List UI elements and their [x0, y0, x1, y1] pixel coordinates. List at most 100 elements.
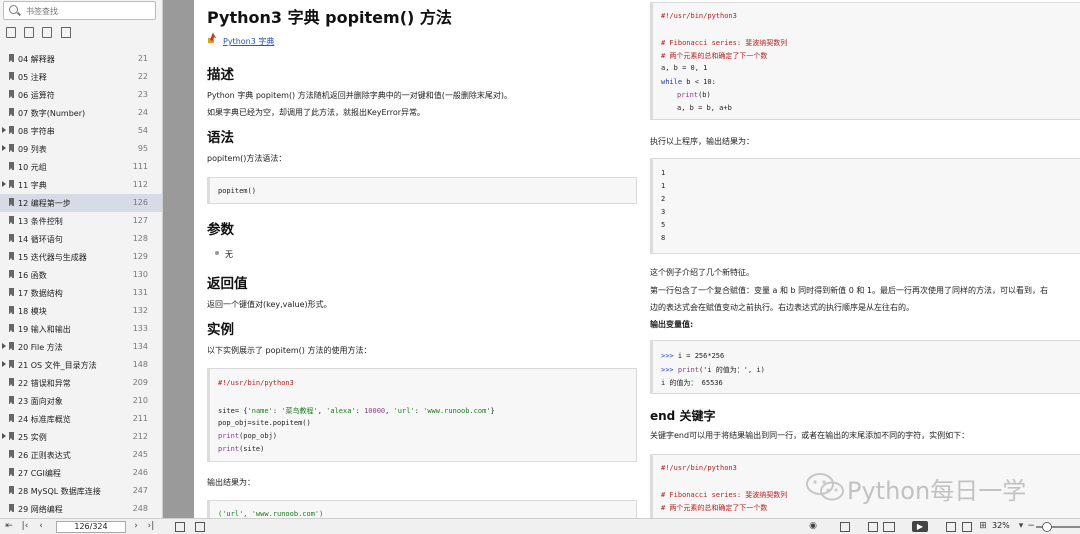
bookmark-item[interactable]: 17 数据结构 131	[0, 284, 162, 302]
bookmark-icon	[9, 216, 14, 225]
back-icon[interactable]	[175, 522, 185, 532]
page-number-input[interactable]: 126/324	[56, 521, 126, 533]
code-line: print(b)	[677, 91, 711, 99]
search-icon	[9, 5, 18, 14]
bookmark-item[interactable]: 15 迭代器与生成器 129	[0, 248, 162, 266]
bookmark-item[interactable]: 12 编程第一步 126	[0, 194, 162, 212]
first-page-icon[interactable]: ⇤	[3, 521, 15, 532]
split-view-icon[interactable]	[962, 522, 972, 532]
bookmark-item[interactable]: 09 列表 95	[0, 140, 162, 158]
bookmark-page-number: 127	[132, 216, 148, 225]
bookmark-page-number: 209	[132, 378, 148, 387]
bookmark-item[interactable]: 24 标准库概览 211	[0, 410, 162, 428]
bookmark-item[interactable]: 08 字符串 54	[0, 122, 162, 140]
bookmark-item[interactable]: 29 网络编程 248	[0, 500, 162, 518]
output-numbers-block: 1 1 2 3 5 8	[650, 158, 1080, 254]
bookmark-list-icon[interactable]	[24, 27, 34, 38]
fit-width-icon[interactable]	[840, 522, 850, 532]
bookmark-item[interactable]: 04 解释器 21	[0, 50, 162, 68]
next-page-icon[interactable]: ›	[131, 521, 141, 532]
expand-arrow-icon[interactable]	[2, 127, 6, 133]
expand-arrow-icon[interactable]	[2, 181, 6, 187]
last-page-icon[interactable]: ›|	[145, 521, 157, 532]
bookmark-page-number: 129	[132, 252, 148, 261]
bookmark-item[interactable]: 13 条件控制 127	[0, 212, 162, 230]
zoom-mode-icon[interactable]: ⊞	[977, 521, 989, 532]
zoom-level: 32%	[992, 521, 1010, 530]
bookmark-page-number: 245	[132, 450, 148, 459]
double-page-icon[interactable]	[883, 522, 895, 532]
bookmark-icon	[9, 126, 14, 135]
bookmark-label: 12 编程第一步	[18, 199, 71, 208]
delete-bookmark-icon[interactable]	[61, 27, 71, 38]
bookmark-label: 07 数字(Number)	[18, 109, 86, 118]
bookmark-item[interactable]: 06 运算符 23	[0, 86, 162, 104]
bookmark-item[interactable]: 18 模块 132	[0, 302, 162, 320]
expand-arrow-icon[interactable]	[2, 343, 6, 349]
zoom-slider-handle[interactable]	[1042, 522, 1052, 532]
expand-arrow-icon[interactable]	[2, 433, 6, 439]
bookmark-icon	[9, 486, 14, 495]
bookmark-item[interactable]: 27 CGI编程 246	[0, 464, 162, 482]
zoom-out-icon[interactable]: −	[1026, 521, 1036, 532]
forward-icon[interactable]	[195, 522, 205, 532]
bookmark-label: 26 正则表达式	[18, 451, 71, 460]
code-line: site= {'name': '菜鸟教程', 'alexa': 10000, '…	[218, 407, 495, 415]
fullscreen-icon[interactable]	[946, 522, 956, 532]
output-var-heading: 输出变量值:	[650, 320, 694, 329]
bookmark-item[interactable]: 22 错误和异常 209	[0, 374, 162, 392]
section-heading-return: 返回值	[207, 276, 248, 292]
section-heading-desc: 描述	[207, 67, 234, 83]
single-page-icon[interactable]	[868, 522, 878, 532]
bookmark-search-input[interactable]	[26, 4, 151, 18]
para-1: 这个例子介绍了几个新特征。	[650, 268, 754, 277]
bookmark-icon	[9, 468, 14, 477]
bookmark-page-icon[interactable]	[42, 27, 52, 38]
bookmark-icon	[9, 360, 14, 369]
bookmark-item[interactable]: 14 循环语句 128	[0, 230, 162, 248]
document-viewer[interactable]: Python3 字典 popitem() 方法 Python3 字典 描述 Py…	[163, 0, 1080, 518]
bookmark-page-number: 210	[132, 396, 148, 405]
para-2: 第一行包含了一个复合赋值：变量 a 和 b 同时得到新值 0 和 1。最后一行再…	[650, 286, 1048, 295]
read-mode-icon[interactable]: ◉	[806, 521, 820, 532]
bookmark-item[interactable]: 25 实例 212	[0, 428, 162, 446]
bookmark-item[interactable]: 23 面向对象 210	[0, 392, 162, 410]
play-slideshow-icon[interactable]: ▶	[912, 521, 928, 532]
bookmark-list: 04 解释器 21 05 注释 22 06 运算符 23 07 数字(Number) 24 08…	[0, 50, 162, 518]
status-bar: ⇤ |‹ ‹ 126/324 › ›| ◉ ▶ ⊞ 32% ▾ −	[0, 518, 1080, 534]
first-page-button-icon[interactable]: |‹	[20, 521, 30, 532]
code-line: >>> print('i 的值为：', i)	[661, 366, 765, 374]
bookmark-item[interactable]: 10 元组 111	[0, 158, 162, 176]
add-bookmark-icon[interactable]	[6, 27, 16, 38]
bookmark-page-number: 248	[132, 504, 148, 513]
bookmark-page-number: 112	[132, 180, 148, 189]
desc-line-1: Python 字典 popitem() 方法随机返回并删除字典中的一对键和值(一…	[207, 91, 512, 100]
bookmark-item[interactable]: 20 File 方法 134	[0, 338, 162, 356]
bookmark-item[interactable]: 07 数字(Number) 24	[0, 104, 162, 122]
bookmark-icon	[9, 252, 14, 261]
bookmark-item[interactable]: 16 函数 130	[0, 266, 162, 284]
bookmark-label: 20 File 方法	[18, 343, 63, 352]
bookmark-item[interactable]: 05 注释 22	[0, 68, 162, 86]
expand-arrow-icon[interactable]	[2, 361, 6, 367]
bookmark-item[interactable]: 28 MySQL 数据库连接 247	[0, 482, 162, 500]
zoom-dropdown-icon[interactable]: ▾	[1016, 521, 1026, 532]
expand-arrow-icon[interactable]	[2, 145, 6, 151]
bookmark-label: 18 模块	[18, 307, 47, 316]
bookmark-item[interactable]: 19 输入和输出 133	[0, 320, 162, 338]
bookmark-page-number: 95	[137, 144, 148, 153]
up-arrow-icon	[208, 32, 217, 43]
bookmark-icon	[9, 144, 14, 153]
bookmark-icon	[9, 54, 14, 63]
output-var-code-block: >>> i = 256*256 >>> print('i 的值为：', i) i…	[650, 340, 1080, 394]
page-title: Python3 字典 popitem() 方法	[207, 8, 452, 27]
bookmark-item[interactable]: 21 OS 文件_目录方法 148	[0, 356, 162, 374]
bookmark-label: 10 元组	[18, 163, 47, 172]
breadcrumb-link[interactable]: Python3 字典	[223, 36, 274, 47]
bookmark-item[interactable]: 11 字典 112	[0, 176, 162, 194]
bookmark-search-box[interactable]	[3, 1, 156, 20]
bookmark-item[interactable]: 26 正则表达式 245	[0, 446, 162, 464]
prev-page-icon[interactable]: ‹	[36, 521, 46, 532]
bookmark-icon	[9, 108, 14, 117]
syntax-intro: popitem()方法语法：	[207, 154, 287, 163]
